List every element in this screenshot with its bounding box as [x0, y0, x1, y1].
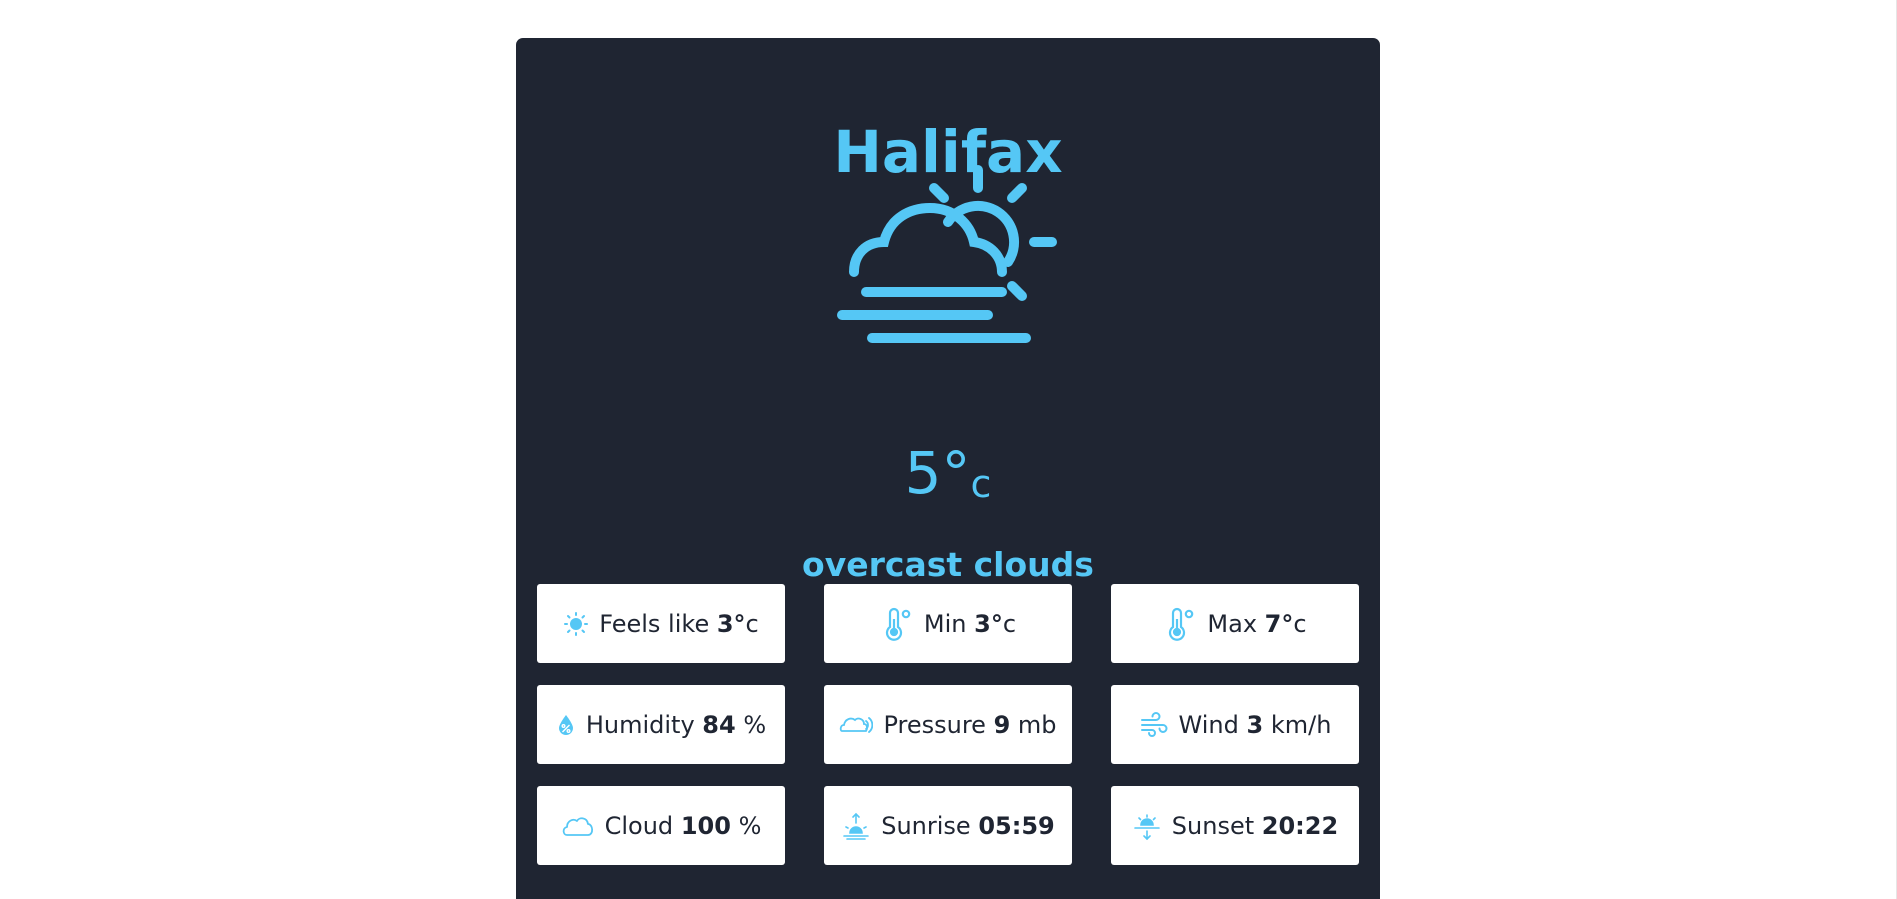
sunrise-icon	[843, 812, 870, 840]
current-temperature: 5°c	[516, 438, 1380, 519]
tile-label: Min	[923, 609, 967, 638]
tile-value: 3°	[974, 609, 1003, 638]
sunset-icon	[1133, 813, 1160, 840]
tile-feels-like: Feels like 3°c	[537, 584, 785, 663]
tile-label: Humidity	[585, 710, 695, 739]
tile-unit: mb	[1017, 710, 1057, 739]
tile-cloud: Cloud 100 %	[537, 786, 785, 865]
tile-unit: %	[738, 811, 762, 840]
weather-details-grid: Feels like 3°c Min 3°c Max 7°c Humidity …	[537, 584, 1359, 865]
tile-value: 3°	[716, 609, 746, 638]
tile-unit: c	[745, 609, 759, 638]
tile-min-temp: Min 3°c	[824, 584, 1072, 663]
weather-card: Halifax 5°c overcast clouds Feels like 3…	[516, 38, 1380, 899]
cloud-icon	[562, 816, 593, 836]
tile-label: Cloud	[604, 811, 674, 840]
tile-value: 20:22	[1261, 811, 1339, 840]
tile-humidity: Humidity 84 %	[537, 685, 785, 764]
tile-label: Feels like	[599, 609, 710, 638]
thermometer-icon	[1169, 607, 1194, 641]
tile-sunrise: Sunrise 05:59	[824, 786, 1072, 865]
tile-value: 9	[993, 710, 1011, 739]
temperature-unit: c	[970, 462, 992, 506]
tile-unit: %	[743, 710, 767, 739]
weather-description: overcast clouds	[802, 545, 1094, 584]
feels-like-icon	[564, 611, 589, 636]
tile-value: 7°	[1264, 609, 1294, 638]
tile-label: Wind	[1178, 710, 1239, 739]
humidity-drop-icon	[558, 714, 573, 735]
temperature-value: 5°	[904, 439, 971, 507]
pressure-icon	[840, 716, 874, 733]
tile-unit: c	[1293, 609, 1307, 638]
tile-sunset: Sunset 20:22	[1111, 786, 1359, 865]
tile-value: 3	[1246, 710, 1264, 739]
wind-icon	[1140, 711, 1168, 737]
tile-label: Sunset	[1171, 811, 1255, 840]
tile-label: Pressure	[883, 710, 986, 739]
tile-wind: Wind 3 km/h	[1111, 685, 1359, 764]
tile-value: 100	[680, 811, 731, 840]
tile-value: 84	[702, 710, 736, 739]
tile-unit: c	[1002, 609, 1017, 638]
tile-max-temp: Max 7°c	[1111, 584, 1359, 663]
tile-unit: km/h	[1270, 710, 1332, 739]
tile-value: 05:59	[978, 811, 1055, 840]
tile-pressure: Pressure 9 mb	[824, 685, 1072, 764]
tile-label: Max	[1207, 609, 1258, 638]
thermometer-icon	[885, 607, 911, 641]
tile-label: Sunrise	[881, 811, 971, 840]
sun-behind-cloud-with-fog-icon	[837, 165, 1057, 343]
